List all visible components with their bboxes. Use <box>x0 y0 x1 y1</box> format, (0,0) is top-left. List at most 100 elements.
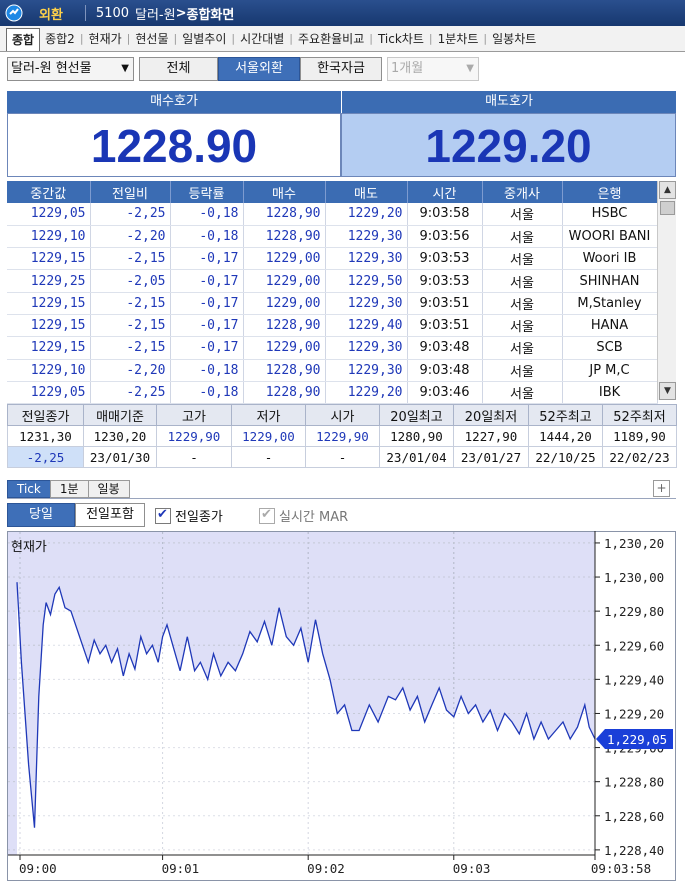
table-row[interactable]: 1229,05 -2,25 -0,18 1228,90 1229,20 9:03:46 서울… <box>7 381 658 405</box>
scroll-thumb[interactable] <box>660 201 675 215</box>
segment-korea-money-button[interactable]: 한국자금 <box>300 57 382 81</box>
chart-tab-minute[interactable]: 1분 <box>49 480 89 498</box>
x-tick-label: 09:00 <box>19 861 57 876</box>
cell-time: 9:03:51 <box>407 292 483 315</box>
y-tick-label: 1,229,60 <box>604 638 664 653</box>
cell-ask: 1229,30 <box>325 292 408 315</box>
segment-seoul-fx-button[interactable]: 서울외환 <box>218 57 300 81</box>
tab-summary2[interactable]: 종합2 <box>40 30 80 47</box>
bid-price: 1228.90 <box>7 113 341 177</box>
y-tick-label: 1,229,40 <box>604 672 664 687</box>
cell-broker: 서울 <box>482 203 563 226</box>
bid-label: 매수호가 <box>7 91 341 113</box>
tab-minute-chart[interactable]: 1분차트 <box>433 30 484 47</box>
dropdown-arrow-icon: ▼ <box>121 63 129 74</box>
segment-all-button[interactable]: 전체 <box>139 57 218 81</box>
tab-spot-futures[interactable]: 현선물 <box>130 30 173 47</box>
screen-tabs: 종합 종합2 | 현재가 | 현선물 | 일별추이 | 시간대별 | 주요환율비… <box>0 26 685 52</box>
quotes-scrollbar[interactable]: ▲ ▼ <box>657 181 676 400</box>
summary-header: 전일종가 <box>7 404 84 426</box>
cell-broker: 서울 <box>482 269 563 293</box>
col-bid[interactable]: 매수 <box>243 181 326 203</box>
col-change[interactable]: 전일비 <box>90 181 171 203</box>
cell-bid: 1228,90 <box>243 314 326 338</box>
cell-time: 9:03:58 <box>407 203 483 226</box>
cell-bid: 1228,90 <box>243 225 326 249</box>
table-row[interactable]: 1229,15 -2,15 -0,17 1229,00 1229,30 9:03:53 서울… <box>7 247 658 271</box>
realtime-mar-checkbox[interactable]: 실시간 MAR <box>259 506 348 525</box>
period-select-value: 1개월 <box>391 61 424 76</box>
tab-daily-trend[interactable]: 일별추이 <box>177 30 231 47</box>
scroll-down-icon[interactable]: ▼ <box>659 382 676 400</box>
quote-box: 매수호가 매도호가 1228.90 1229.20 <box>7 91 676 177</box>
summary-value: 1227,90 <box>453 425 529 447</box>
cell-change: -2,25 <box>90 203 171 226</box>
col-time[interactable]: 시간 <box>407 181 483 203</box>
summary-value: 1231,30 <box>7 425 84 447</box>
current-value-label: 1,229,05 <box>607 732 667 747</box>
summary-date: 23/01/27 <box>453 446 529 468</box>
col-ask[interactable]: 매도 <box>325 181 408 203</box>
instrument-select[interactable]: 달러-원 현선물 ▼ <box>7 57 134 81</box>
cell-ask: 1229,30 <box>325 336 408 360</box>
x-tick-label: 09:03:58 <box>591 861 651 876</box>
cell-bank: M,Stanley <box>562 292 658 315</box>
cell-time: 9:03:48 <box>407 336 483 360</box>
cell-change: -2,05 <box>90 269 171 293</box>
tab-fx-compare[interactable]: 주요환율비교 <box>293 30 369 47</box>
tab-daily-chart[interactable]: 일봉차트 <box>487 30 541 47</box>
cell-bid: 1229,00 <box>243 292 326 315</box>
summary-date-row: -2,25 23/01/30- - -23/01/04 23/01/27 22/10/25… <box>7 446 677 468</box>
table-row[interactable]: 1229,25 -2,05 -0,17 1229,00 1229,50 9:03:53 서울… <box>7 269 658 293</box>
x-tick-label: 09:02 <box>307 861 345 876</box>
table-row[interactable]: 1229,05 -2,25 -0,18 1228,90 1229,20 9:03:58 서울… <box>7 203 658 226</box>
y-tick-label: 1,228,80 <box>604 775 664 790</box>
chart-tabs: Tick 1분 일봉 <box>7 480 130 498</box>
col-broker[interactable]: 중개사 <box>482 181 563 203</box>
checkbox-icon <box>259 507 275 524</box>
prev-close-checkbox[interactable]: 전일종가 <box>155 506 223 525</box>
chart-tab-tick[interactable]: Tick <box>7 480 51 498</box>
cell-change: -2,20 <box>90 359 171 382</box>
table-row[interactable]: 1229,15 -2,15 -0,17 1229,00 1229,30 9:03:51 서울… <box>7 292 658 315</box>
plus-icon[interactable]: + <box>653 480 670 497</box>
cell-rate: -0,18 <box>170 381 244 405</box>
cell-bid: 1228,90 <box>243 381 326 405</box>
summary-value: 1229,00 <box>231 425 306 447</box>
cell-ask: 1229,20 <box>325 381 408 405</box>
cell-bank: HSBC <box>562 203 658 226</box>
control-row: 달러-원 현선물 ▼ 전체 서울외환 한국자금 1개월 ▼ <box>0 57 685 85</box>
table-row[interactable]: 1229,10 -2,20 -0,18 1228,90 1229,30 9:03:48 서울… <box>7 359 658 382</box>
cell-mid: 1229,15 <box>7 314 91 338</box>
cell-change: -2,20 <box>90 225 171 249</box>
tab-summary[interactable]: 종합 <box>6 27 41 51</box>
cell-mid: 1229,05 <box>7 203 91 226</box>
chart-tab-daily[interactable]: 일봉 <box>87 480 130 498</box>
cell-ask: 1229,30 <box>325 225 408 249</box>
tab-tick-chart[interactable]: Tick차트 <box>373 30 429 47</box>
summary-header: 저가 <box>231 404 306 426</box>
cell-mid: 1229,15 <box>7 247 91 271</box>
cell-mid: 1229,15 <box>7 292 91 315</box>
chart-options: 당일 전일포함 전일종가 실시간 MAR <box>7 503 676 527</box>
cell-rate: -0,18 <box>170 225 244 249</box>
col-mid[interactable]: 중간값 <box>7 181 91 203</box>
table-row[interactable]: 1229,15 -2,15 -0,17 1228,90 1229,40 9:03:51 서울… <box>7 314 658 338</box>
include-prev-day-button[interactable]: 전일포함 <box>75 503 145 527</box>
tab-by-time[interactable]: 시간대별 <box>235 30 289 47</box>
y-tick-label: 1,228,40 <box>604 843 664 858</box>
table-row[interactable]: 1229,10 -2,20 -0,18 1228,90 1229,30 9:03:56 서울… <box>7 225 658 249</box>
tab-current-price[interactable]: 현재가 <box>84 30 127 47</box>
cell-broker: 서울 <box>482 314 563 338</box>
scroll-up-icon[interactable]: ▲ <box>659 181 676 199</box>
price-chart[interactable]: 1,230,20 1,230,00 1,229,80 1,229,60 1,229,40… <box>7 531 676 881</box>
cell-bid: 1229,00 <box>243 247 326 271</box>
col-bank[interactable]: 은행 <box>562 181 658 203</box>
today-button[interactable]: 당일 <box>7 503 75 527</box>
table-row[interactable]: 1229,15 -2,15 -0,17 1229,00 1229,30 9:03:48 서울… <box>7 336 658 360</box>
col-change-rate[interactable]: 등락률 <box>170 181 244 203</box>
cell-rate: -0,18 <box>170 203 244 226</box>
period-select[interactable]: 1개월 ▼ <box>387 57 479 81</box>
summary-header: 20일최고 <box>379 404 454 426</box>
cell-time: 9:03:48 <box>407 359 483 382</box>
